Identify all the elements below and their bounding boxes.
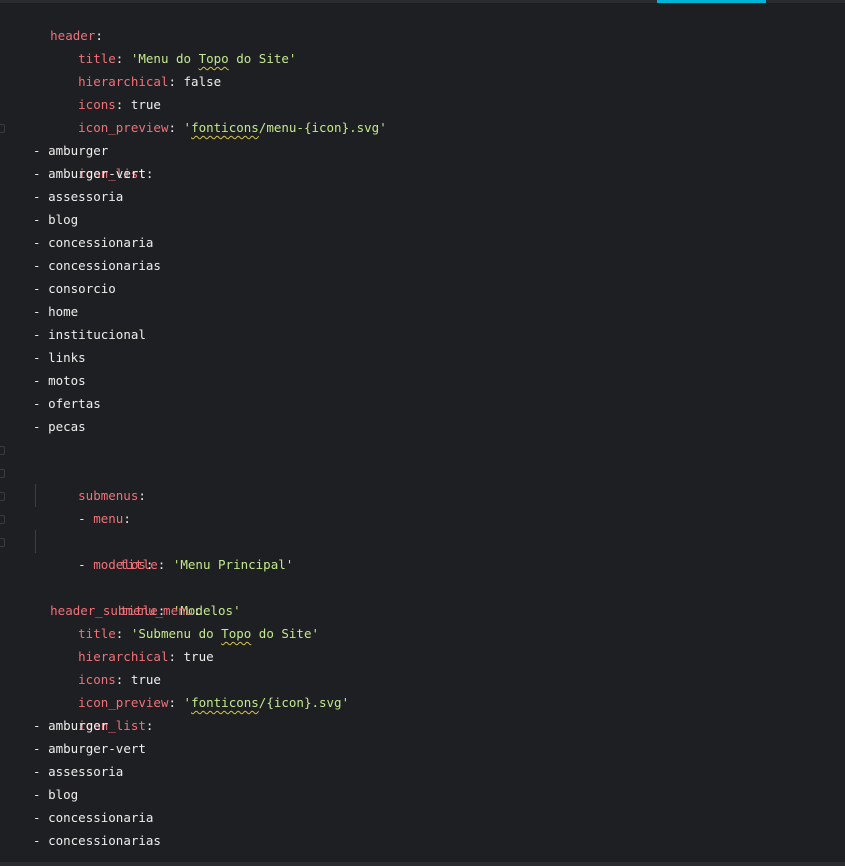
code-line[interactable]: title: 'Modelos' — [0, 530, 845, 618]
code-line[interactable]: hierarchical: true — [0, 622, 845, 664]
icon-name: concessionarias — [48, 833, 161, 848]
icon-name: assessoria — [48, 189, 124, 204]
code-line[interactable]: submenus: — [0, 438, 845, 503]
list-item[interactable]: - ofertas — [0, 392, 845, 415]
list-item[interactable]: - blog — [0, 208, 845, 231]
code-line[interactable]: title: 'Menu Principal' — [0, 484, 845, 572]
code-line[interactable]: title: 'Submenu do Topo do Site' — [0, 599, 845, 641]
list-item[interactable]: - assessoria — [0, 185, 845, 208]
icon-name: ofertas — [48, 396, 101, 411]
code-line[interactable]: hierarchical: false — [0, 47, 845, 89]
fold-icon[interactable] — [0, 492, 5, 501]
fold-icon[interactable] — [0, 124, 5, 133]
list-item[interactable]: - assessoria — [0, 760, 845, 783]
icon-name: consorcio — [48, 281, 116, 296]
list-item[interactable]: - amburger-vert — [0, 162, 845, 185]
icon-name: assessoria — [48, 764, 124, 779]
fold-icon[interactable] — [0, 446, 5, 455]
icon-name: concessionarias — [48, 258, 161, 273]
icon-name: amburger-vert — [48, 741, 146, 756]
list-item[interactable]: - consorcio — [0, 277, 845, 300]
code-line[interactable]: - modelos: — [0, 507, 845, 572]
list-item[interactable]: - concessionarias — [0, 829, 845, 852]
code-line[interactable]: icon_list: — [0, 691, 845, 733]
list-item[interactable]: - home — [0, 300, 845, 323]
code-line[interactable]: icon_preview: 'fonticons/{icon}.svg' — [0, 668, 845, 710]
code-line[interactable]: icon_preview: 'fonticons/menu-{icon}.svg… — [0, 93, 845, 135]
fold-icon[interactable] — [0, 515, 5, 524]
code-line[interactable]: icons: true — [0, 645, 845, 687]
code-lines[interactable]: header: title: 'Menu do Topo do Site' hi… — [0, 1, 845, 852]
list-item[interactable]: - concessionaria — [0, 231, 845, 254]
icon-name: motos — [48, 373, 86, 388]
list-item[interactable]: - pecas — [0, 415, 845, 438]
code-line[interactable]: icons: true — [0, 70, 845, 112]
code-line[interactable]: header: — [0, 1, 845, 43]
code-editor[interactable]: header: title: 'Menu do Topo do Site' hi… — [0, 0, 845, 866]
fold-icon[interactable] — [0, 469, 5, 478]
list-item[interactable]: - concessionaria — [0, 806, 845, 829]
code-line[interactable]: header_submenu_menu: — [0, 576, 845, 618]
icon-name: amburger — [48, 143, 109, 158]
list-item[interactable]: - motos — [0, 369, 845, 392]
icon-name: blog — [48, 212, 79, 227]
empty-line[interactable] — [0, 553, 845, 576]
fold-icon[interactable] — [0, 538, 5, 547]
icon-name: amburger-vert — [48, 166, 146, 181]
status-bar — [0, 862, 845, 866]
list-item[interactable]: - amburger — [0, 714, 845, 737]
list-item[interactable]: - blog — [0, 783, 845, 806]
list-item[interactable]: - links — [0, 346, 845, 369]
list-item[interactable]: - concessionarias — [0, 254, 845, 277]
icon-name: blog — [48, 787, 79, 802]
icon-name: pecas — [48, 419, 86, 434]
list-item[interactable]: - institucional — [0, 323, 845, 346]
list-item[interactable]: - amburger — [0, 139, 845, 162]
icon-name: links — [48, 350, 86, 365]
icon-name: concessionaria — [48, 810, 154, 825]
icon-list-items: - amburger - amburger-vert - assessoria - b… — [0, 139, 845, 438]
code-line[interactable]: icon_list: — [0, 116, 845, 181]
code-line[interactable]: title: 'Menu do Topo do Site' — [0, 24, 845, 66]
indent-guide — [35, 484, 36, 507]
indent-guide — [35, 530, 36, 553]
icon-name: home — [48, 304, 79, 319]
list-item[interactable]: - amburger-vert — [0, 737, 845, 760]
icon-list-items: - amburger - amburger-vert - assessoria - b… — [0, 714, 845, 852]
icon-name: institucional — [48, 327, 146, 342]
code-line[interactable]: - menu: — [0, 461, 845, 526]
icon-name: amburger — [48, 718, 109, 733]
icon-name: concessionaria — [48, 235, 154, 250]
